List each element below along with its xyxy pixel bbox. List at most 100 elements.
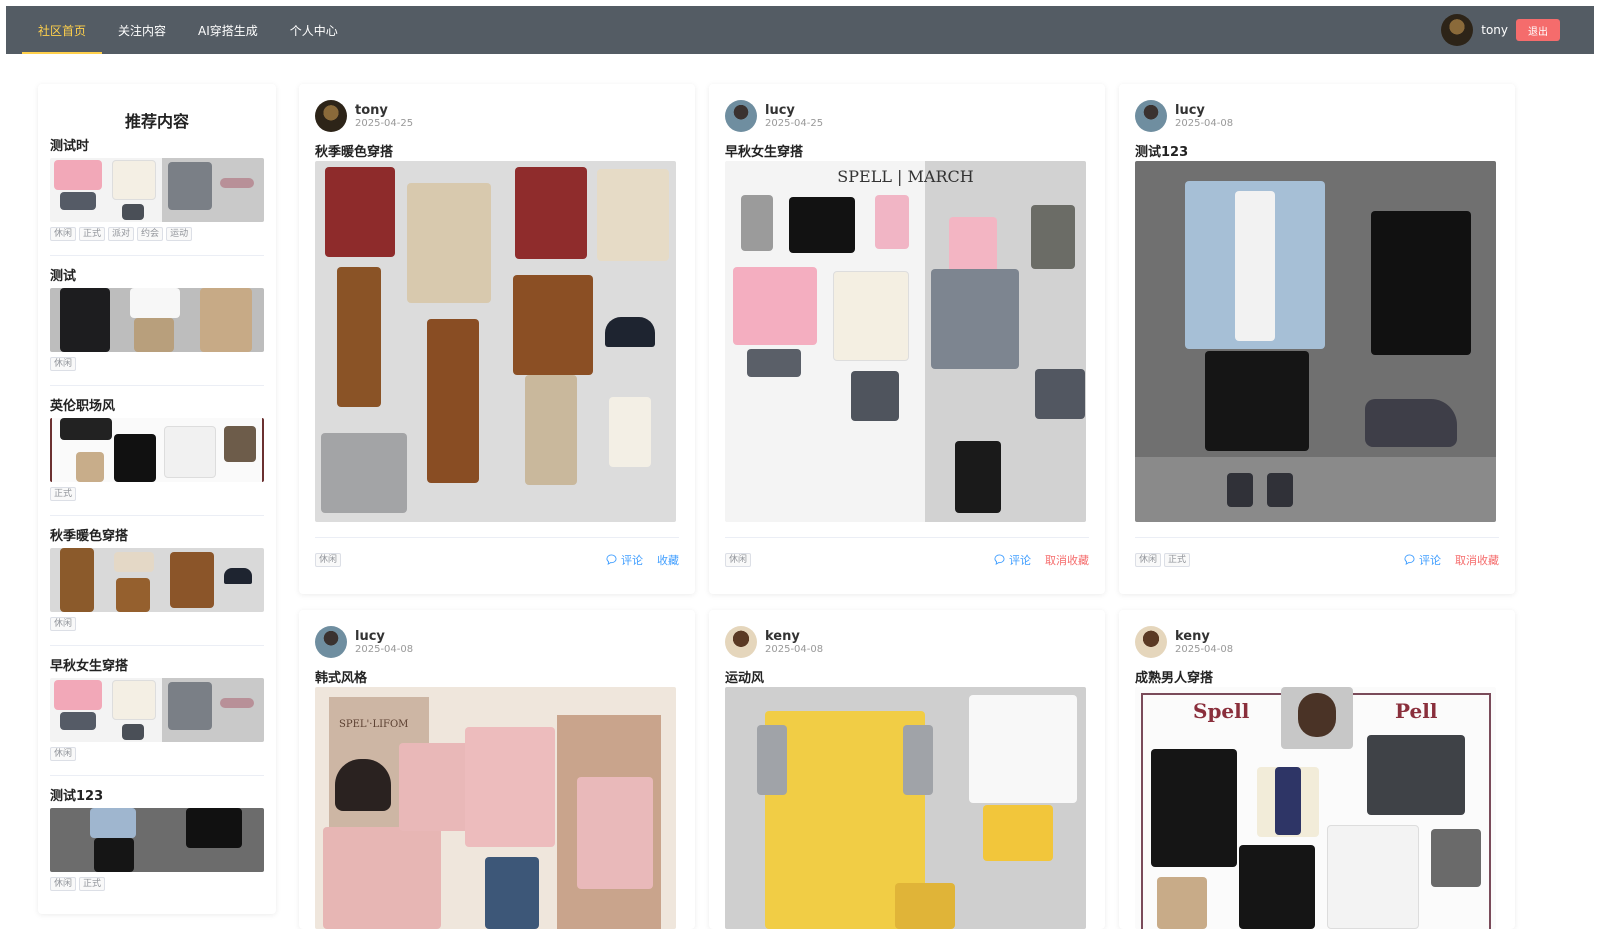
post-title[interactable]: 韩式风格 [315,667,367,686]
post-card[interactable]: keny 2025-04-08 成熟男人穿搭 Spell Pell [1119,610,1515,929]
post-date: 2025-04-25 [765,117,824,129]
recommended-item-title: 早秋女生穿搭 [50,659,129,674]
post-author[interactable]: keny [1175,629,1233,644]
recommended-item-title: 测试 [50,269,77,284]
recommended-item[interactable]: 早秋女生穿搭 休闲 [50,658,264,776]
comment-icon [606,554,617,565]
post-header: lucy 2025-04-25 [725,100,823,132]
user-menu: tony 退出 [1441,14,1560,46]
tag: 约会 [137,227,164,241]
nav-item-following[interactable]: 关注内容 [102,6,182,54]
tag-list: 休闲 [315,552,342,567]
avatar[interactable] [315,100,347,132]
tag: 休闲 [315,552,342,567]
post-author[interactable]: tony [355,103,413,118]
recommended-item-image[interactable] [50,808,264,872]
unfavorite-button[interactable]: 取消收藏 [1455,552,1499,568]
post-title[interactable]: 测试123 [1135,141,1188,160]
avatar[interactable] [315,626,347,658]
recommended-item-title: 测试123 [50,789,104,804]
unfavorite-button[interactable]: 取消收藏 [1045,552,1089,568]
post-date: 2025-04-08 [1175,117,1234,129]
post-footer: 休闲 评论 收藏 [315,537,679,581]
comment-icon [994,554,1005,565]
post-card[interactable]: lucy 2025-04-08 韩式风格 SPEL'·LIFOM [299,610,695,929]
post-card[interactable]: tony 2025-04-25 秋季暖色穿搭 休闲 评论 收藏 [299,84,695,594]
recommended-item-image[interactable] [50,418,264,482]
recommended-item[interactable]: 秋季暖色穿搭 休闲 [50,528,264,646]
recommended-item-title: 测试时 [50,139,90,154]
nav-item-profile[interactable]: 个人中心 [274,6,354,54]
post-title[interactable]: 早秋女生穿搭 [725,141,803,160]
post-image-title-left: Spell [1193,699,1250,723]
comment-button[interactable]: 评论 [1404,552,1441,568]
username: tony [1481,23,1508,37]
tag: 运动 [166,227,193,241]
post-author[interactable]: keny [765,629,823,644]
recommended-item-image[interactable] [50,158,264,222]
post-author[interactable]: lucy [355,629,413,644]
sidebar-title: 推荐内容 [124,112,189,131]
comment-label: 评论 [1009,553,1031,567]
avatar[interactable] [725,100,757,132]
recommended-item-image[interactable] [50,678,264,742]
tag: 正式 [79,227,106,241]
post-header: keny 2025-04-08 [1135,626,1233,658]
nav-item-community-home[interactable]: 社区首页 [22,6,103,54]
avatar[interactable] [1135,626,1167,658]
recommended-item[interactable]: 测试时 休闲 正式 派对 约会 运动 [50,138,264,256]
post-image-caption: SPELL | MARCH [837,167,974,186]
post-image[interactable]: SPELL | MARCH [725,161,1086,522]
tag: 休闲 [725,552,752,567]
tag: 休闲 [50,617,77,631]
nav-item-ai-outfit[interactable]: AI穿搭生成 [182,6,274,54]
post-footer: 休闲 评论 取消收藏 [725,537,1089,581]
tag: 休闲 [1135,552,1162,567]
recommended-item-image[interactable] [50,548,264,612]
post-header: keny 2025-04-08 [725,626,823,658]
post-author[interactable]: lucy [1175,103,1233,118]
avatar[interactable] [1441,14,1474,46]
post-card[interactable]: lucy 2025-04-08 测试123 休闲 正式 评论 取消收藏 [1119,84,1515,594]
top-nav: 社区首页 关注内容 AI穿搭生成 个人中心 tony 退出 [6,6,1594,54]
avatar[interactable] [725,626,757,658]
post-title[interactable]: 运动风 [725,667,764,686]
recommended-item[interactable]: 测试 休闲 [50,268,264,386]
post-header: tony 2025-04-25 [315,100,413,132]
post-footer: 休闲 正式 评论 取消收藏 [1135,537,1499,581]
post-actions: 评论 收藏 [606,552,679,568]
post-image[interactable] [1135,161,1496,522]
post-title[interactable]: 秋季暖色穿搭 [315,141,393,160]
tag: 正式 [1164,552,1191,567]
comment-button[interactable]: 评论 [606,552,643,568]
tag: 正式 [79,877,106,891]
post-author[interactable]: lucy [765,103,823,118]
post-card[interactable]: keny 2025-04-08 运动风 [709,610,1105,929]
post-image[interactable]: Spell Pell [1135,687,1496,929]
comment-label: 评论 [1419,553,1441,567]
recommended-item[interactable]: 测试123 休闲 正式 [50,788,264,905]
logout-button[interactable]: 退出 [1516,19,1560,41]
avatar[interactable] [1135,100,1167,132]
tag-list: 休闲 [50,747,264,761]
comment-button[interactable]: 评论 [994,552,1031,568]
post-date: 2025-04-08 [355,643,414,655]
post-title[interactable]: 成熟男人穿搭 [1135,667,1213,686]
tag: 休闲 [50,357,77,371]
post-header: lucy 2025-04-08 [315,626,413,658]
tag-list: 休闲 [50,357,264,371]
tag: 正式 [50,487,77,501]
recommended-item[interactable]: 英伦职场风 正式 [50,398,264,516]
comment-label: 评论 [621,553,643,567]
tag: 休闲 [50,227,77,241]
post-image[interactable]: SPEL'·LIFOM [315,687,676,929]
post-actions: 评论 取消收藏 [994,552,1089,568]
post-image[interactable] [315,161,676,522]
tag-list: 正式 [50,487,264,501]
tag-list: 休闲 正式 [1135,552,1191,567]
favorite-button[interactable]: 收藏 [657,552,679,568]
post-card[interactable]: lucy 2025-04-25 早秋女生穿搭 SPELL | MARCH 休闲 … [709,84,1105,594]
post-image[interactable] [725,687,1086,929]
recommended-item-image[interactable] [50,288,264,352]
post-date: 2025-04-08 [1175,643,1234,655]
